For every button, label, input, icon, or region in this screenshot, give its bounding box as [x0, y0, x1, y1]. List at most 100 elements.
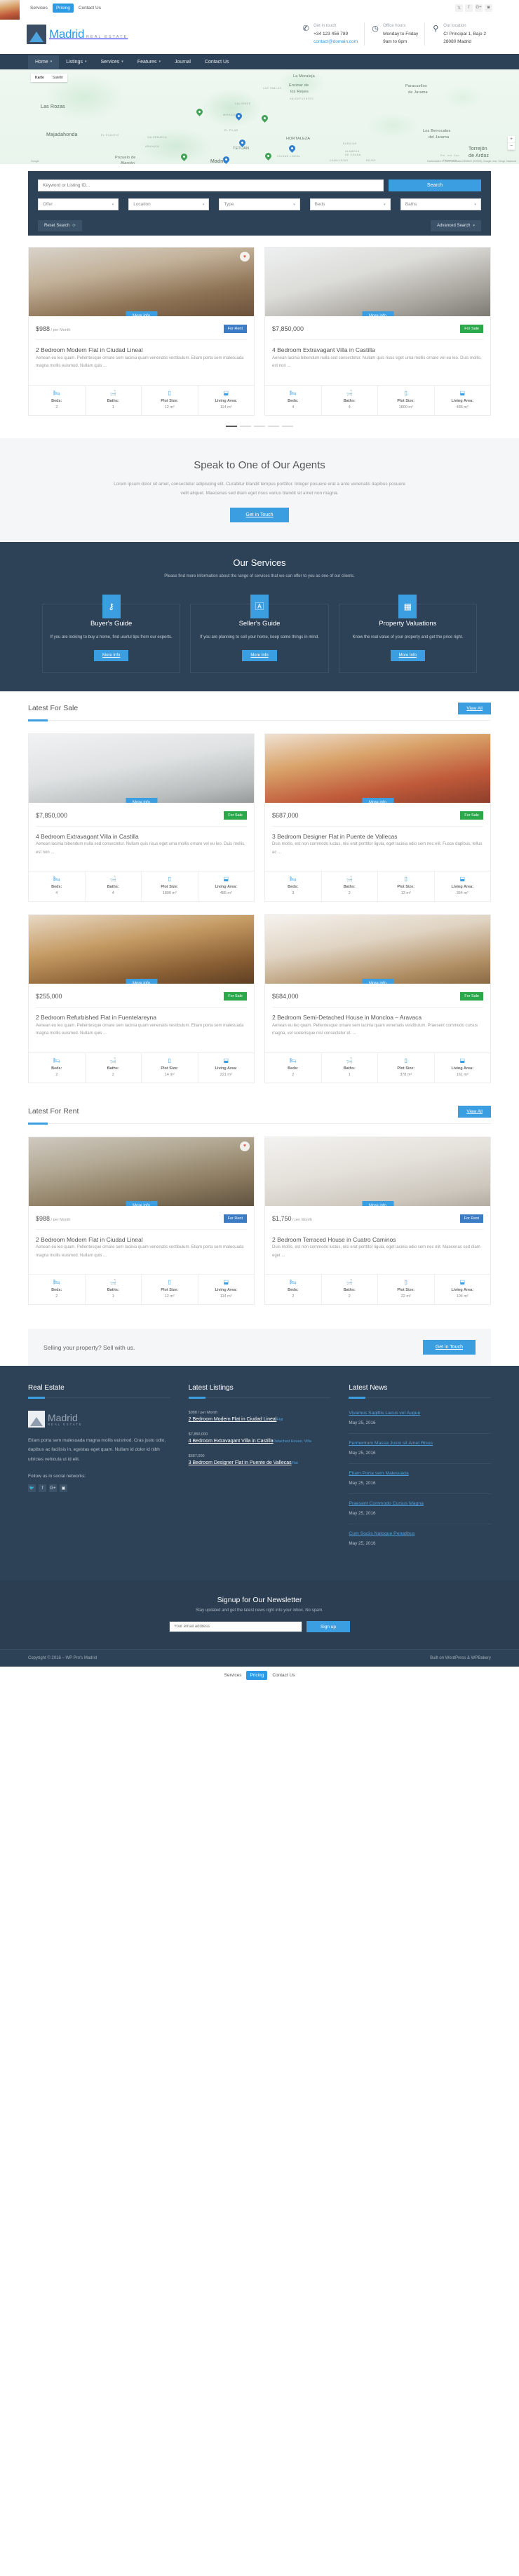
header-info-line2[interactable]: contact@domain.com: [314, 38, 358, 46]
latest-for-sale-view-all-button[interactable]: View All: [458, 702, 491, 714]
more-info-button[interactable]: More info: [361, 979, 394, 984]
map-pin-marker[interactable]: [222, 155, 231, 165]
select-location[interactable]: Location ▾: [128, 198, 210, 211]
select-offer[interactable]: Offer ▾: [38, 198, 119, 211]
property-card-image[interactable]: More info: [265, 915, 490, 984]
carousel-dot[interactable]: [240, 425, 251, 427]
more-info-button[interactable]: More info: [125, 1200, 158, 1206]
newsletter-email-input[interactable]: [169, 1621, 302, 1633]
property-title[interactable]: 3 Bedroom Designer Flat in Puente de Val…: [272, 833, 397, 840]
map-zoom-in-button[interactable]: +: [508, 136, 515, 144]
footer-news-title[interactable]: Fermentum Massa Justo sit Amet Risus: [349, 1441, 491, 1446]
latest-for-rent-view-all-button[interactable]: View All: [458, 1105, 491, 1118]
sell-cta-button[interactable]: Get in Touch: [422, 1340, 476, 1355]
service-more-info-button[interactable]: More Info: [390, 649, 425, 661]
map-pin-marker[interactable]: [195, 107, 204, 118]
search-input[interactable]: [38, 179, 384, 192]
search-button[interactable]: Search: [389, 179, 481, 192]
footer-news-title[interactable]: Cum Sociis Natoque Penatibus: [349, 1531, 491, 1536]
more-info-button[interactable]: More info: [361, 1200, 394, 1206]
nav-item-home[interactable]: Home ▾: [28, 55, 60, 69]
select-type[interactable]: Type ▾: [219, 198, 300, 211]
nav-item-features[interactable]: Features ▾: [130, 55, 168, 69]
map-type-karte[interactable]: Karte: [31, 74, 48, 82]
map-pin-marker[interactable]: [260, 114, 269, 124]
property-title[interactable]: 4 Bedroom Extravagant Villa in Castilla: [272, 346, 375, 353]
map-pin-marker[interactable]: [288, 144, 297, 154]
carousel-dot[interactable]: [226, 425, 237, 427]
nav-item-listings[interactable]: Listings ▾: [59, 55, 93, 69]
topbar-link-pricing[interactable]: Pricing: [52, 3, 74, 13]
footer-listing-title[interactable]: 4 Bedroom Extravagant Villa in Castilla: [189, 1439, 274, 1444]
select-beds[interactable]: Beds ▾: [309, 198, 391, 211]
property-card-image[interactable]: More info: [265, 733, 490, 803]
footer-logo[interactable]: Madrid REAL ESTATE: [28, 1411, 170, 1428]
map-type-control[interactable]: Karte Satellit: [31, 74, 67, 83]
more-info-button[interactable]: More info: [125, 311, 158, 317]
footer-listing-category[interactable]: Flat: [292, 1461, 298, 1465]
property-map[interactable]: La Moraleja Encinar de los Reyes Paracuello…: [0, 69, 519, 165]
topbar-link-services[interactable]: Services: [27, 4, 51, 13]
map-zoom-control[interactable]: + −: [508, 136, 515, 151]
agents-cta-button[interactable]: Get in Touch: [230, 507, 289, 522]
google-plus-icon[interactable]: G+: [49, 1484, 57, 1493]
reset-search-button[interactable]: Reset Search ⟳: [38, 220, 82, 232]
facebook-icon[interactable]: f: [465, 4, 473, 12]
footer-listing-text: $7,850,000 4 Bedroom Extravagant Villa in…: [189, 1432, 311, 1445]
facebook-icon[interactable]: f: [39, 1484, 46, 1493]
newsletter-signup-button[interactable]: Sign up: [306, 1621, 350, 1633]
favorite-icon[interactable]: ♥: [240, 1141, 250, 1151]
map-zoom-out-button[interactable]: −: [508, 143, 515, 151]
footer-listing-title[interactable]: 3 Bedroom Designer Flat in Puente de Val…: [189, 1460, 292, 1465]
map-pin-marker[interactable]: [238, 138, 247, 149]
map-type-satellit[interactable]: Satellit: [48, 74, 67, 82]
footer-news-title[interactable]: Vivamus Sagittis Lacus vel Augue: [349, 1411, 491, 1416]
bottombar-link-services[interactable]: Services: [221, 1671, 245, 1680]
footer-listing-category[interactable]: Detached House, Villa: [274, 1439, 311, 1444]
property-title[interactable]: 2 Bedroom Terraced House in Cuatro Camin…: [272, 1236, 396, 1243]
bottombar-link-contact-us[interactable]: Contact Us: [269, 1671, 298, 1680]
more-info-button[interactable]: More info: [361, 797, 394, 803]
nav-item-contact-us[interactable]: Contact Us: [198, 55, 236, 69]
google-plus-icon[interactable]: G+: [475, 4, 483, 12]
property-title[interactable]: 4 Bedroom Extravagant Villa in Castilla: [36, 833, 139, 840]
footer-listing-thumbnail[interactable]: [0, 0, 20, 20]
footer-listing-title[interactable]: 2 Bedroom Modern Flat in Ciudad Lineal: [189, 1417, 277, 1422]
instagram-icon[interactable]: ◙: [485, 4, 492, 12]
property-card-image[interactable]: More info: [265, 248, 490, 317]
more-info-button[interactable]: More info: [125, 797, 158, 803]
property-card-image[interactable]: More info: [29, 733, 254, 803]
property-title[interactable]: 2 Bedroom Refurbished Flat in Fuentelare…: [36, 1014, 156, 1021]
carousel-dots[interactable]: [28, 425, 491, 427]
property-title[interactable]: 2 Bedroom Modern Flat in Ciudad Lineal: [36, 1236, 143, 1243]
property-card-image[interactable]: ♥ More info: [29, 1137, 254, 1206]
service-more-info-button[interactable]: More Info: [242, 649, 277, 661]
property-card-image[interactable]: More info: [29, 915, 254, 984]
map-pin-marker[interactable]: [234, 111, 243, 122]
more-info-button[interactable]: More info: [125, 979, 158, 984]
property-card-image[interactable]: ♥ More info: [29, 248, 254, 317]
nav-item-services[interactable]: Services ▾: [93, 55, 130, 69]
nav-item-journal[interactable]: Journal: [168, 55, 198, 69]
site-logo[interactable]: Madrid REAL ESTATE: [27, 24, 128, 44]
map-pin-marker[interactable]: [180, 152, 189, 163]
bottombar-link-pricing[interactable]: Pricing: [246, 1670, 268, 1680]
select-baths[interactable]: Baths ▾: [400, 198, 482, 211]
topbar-link-contact-us[interactable]: Contact Us: [75, 4, 105, 13]
property-title[interactable]: 2 Bedroom Modern Flat in Ciudad Lineal: [36, 346, 143, 353]
advanced-search-button[interactable]: Advanced Search ▾: [431, 220, 481, 232]
footer-listing-category[interactable]: Flat: [276, 1418, 283, 1422]
carousel-dot[interactable]: [282, 425, 293, 427]
twitter-icon[interactable]: 𝕏: [455, 4, 463, 12]
map-pin-marker[interactable]: [264, 151, 273, 162]
carousel-dot[interactable]: [254, 425, 265, 427]
property-title[interactable]: 2 Bedroom Semi-Detached House in Moncloa…: [272, 1014, 422, 1021]
carousel-dot[interactable]: [268, 425, 279, 427]
property-card-image[interactable]: More info: [265, 1137, 490, 1206]
instagram-icon[interactable]: ▣: [60, 1484, 67, 1493]
more-info-button[interactable]: More info: [361, 311, 394, 317]
footer-news-title[interactable]: Praesent Commodo Cursus Magna: [349, 1501, 491, 1506]
footer-news-title[interactable]: Etiam Porta sem Malesuada: [349, 1471, 491, 1476]
service-more-info-button[interactable]: More Info: [93, 649, 129, 661]
twitter-icon[interactable]: 🐦: [28, 1484, 36, 1493]
